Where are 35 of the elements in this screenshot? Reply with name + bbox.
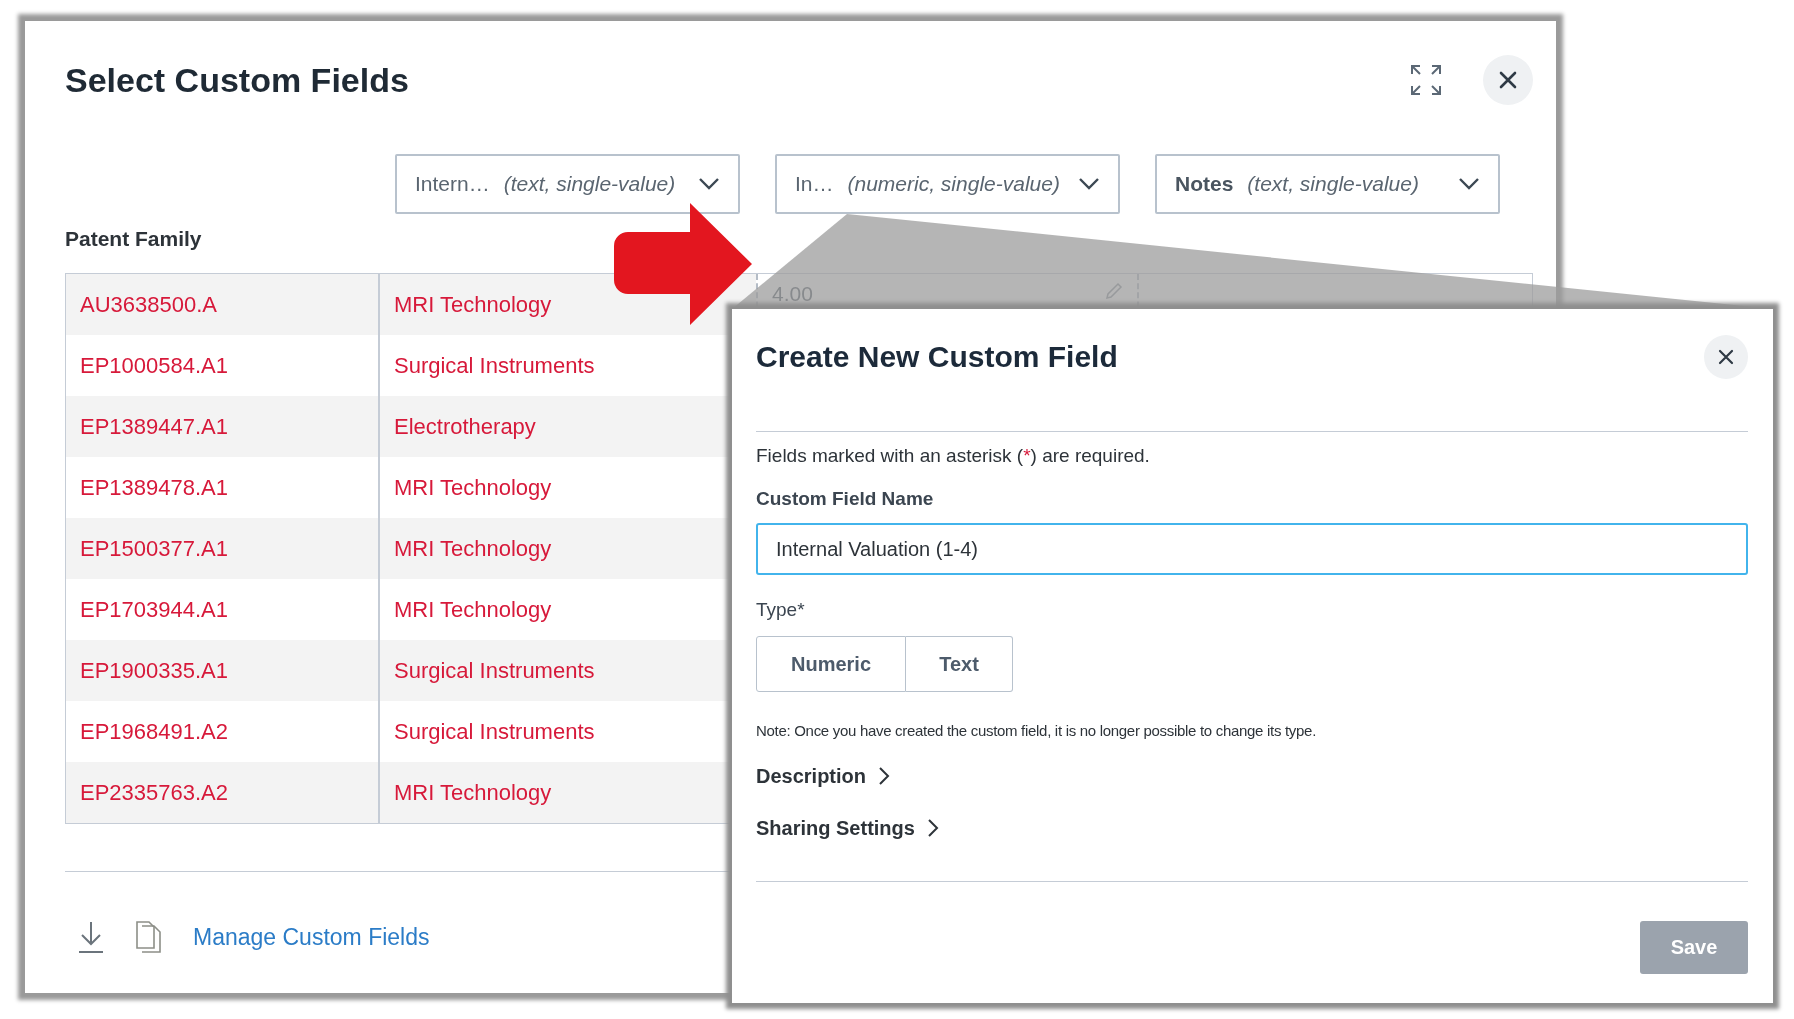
arrow-icon [614, 203, 754, 325]
table-title: Patent Family [65, 227, 203, 251]
dialog-title: Create New Custom Field [756, 340, 1118, 374]
table-cell: AU3638500.A [66, 274, 380, 335]
expand-icon[interactable] [1409, 63, 1443, 97]
required-note: Fields marked with an asterisk (*) are required. [756, 444, 1151, 468]
chevron-icon [1078, 177, 1100, 191]
table-cell-text: Surgical Instruments [393, 717, 596, 746]
table-cell: EP1389447.A1 [66, 396, 380, 457]
table-cell: EP2335763.A2 [66, 762, 380, 823]
table-cell-text: MRI Technology [393, 595, 553, 624]
column-dropdown[interactable]: Intern… (text, single-value) [395, 154, 740, 214]
close-icon [1718, 349, 1734, 365]
column-dropdown[interactable]: In… (numeric, single-value) [775, 154, 1120, 214]
chevron-icon [1458, 177, 1480, 191]
field-label: Custom Field Name [756, 488, 935, 510]
manage-fields-link[interactable]: Manage Custom Fields [193, 923, 430, 951]
name-input-field[interactable]: Internal Valuation (1-4) [756, 523, 1748, 575]
close-button[interactable] [1483, 55, 1533, 105]
type-note: Note: Once you have created the custom field, it is no longer possible to change its type. [756, 722, 1317, 739]
chevron-icon [698, 177, 720, 191]
column-dropdown[interactable]: Notes (text, single-value) [1155, 154, 1500, 214]
type-option[interactable]: Text [906, 636, 1013, 692]
close-button[interactable] [1704, 335, 1748, 379]
field-label: Type* [756, 599, 806, 621]
download-icon[interactable] [77, 920, 105, 954]
table-cell: EP1500377.A1 [66, 518, 380, 579]
section-toggle[interactable]: Sharing Settings [756, 813, 939, 843]
table-cell-text: MRI Technology [393, 473, 553, 502]
section-toggle[interactable]: Description [756, 761, 891, 791]
dialog-title: Select Custom Fields [65, 60, 410, 100]
table-cell: EP1900335.A1 [66, 640, 380, 701]
type-option[interactable]: Numeric [756, 636, 906, 692]
close-icon [1498, 70, 1518, 90]
table-cell-text: Surgical Instruments [393, 351, 596, 380]
